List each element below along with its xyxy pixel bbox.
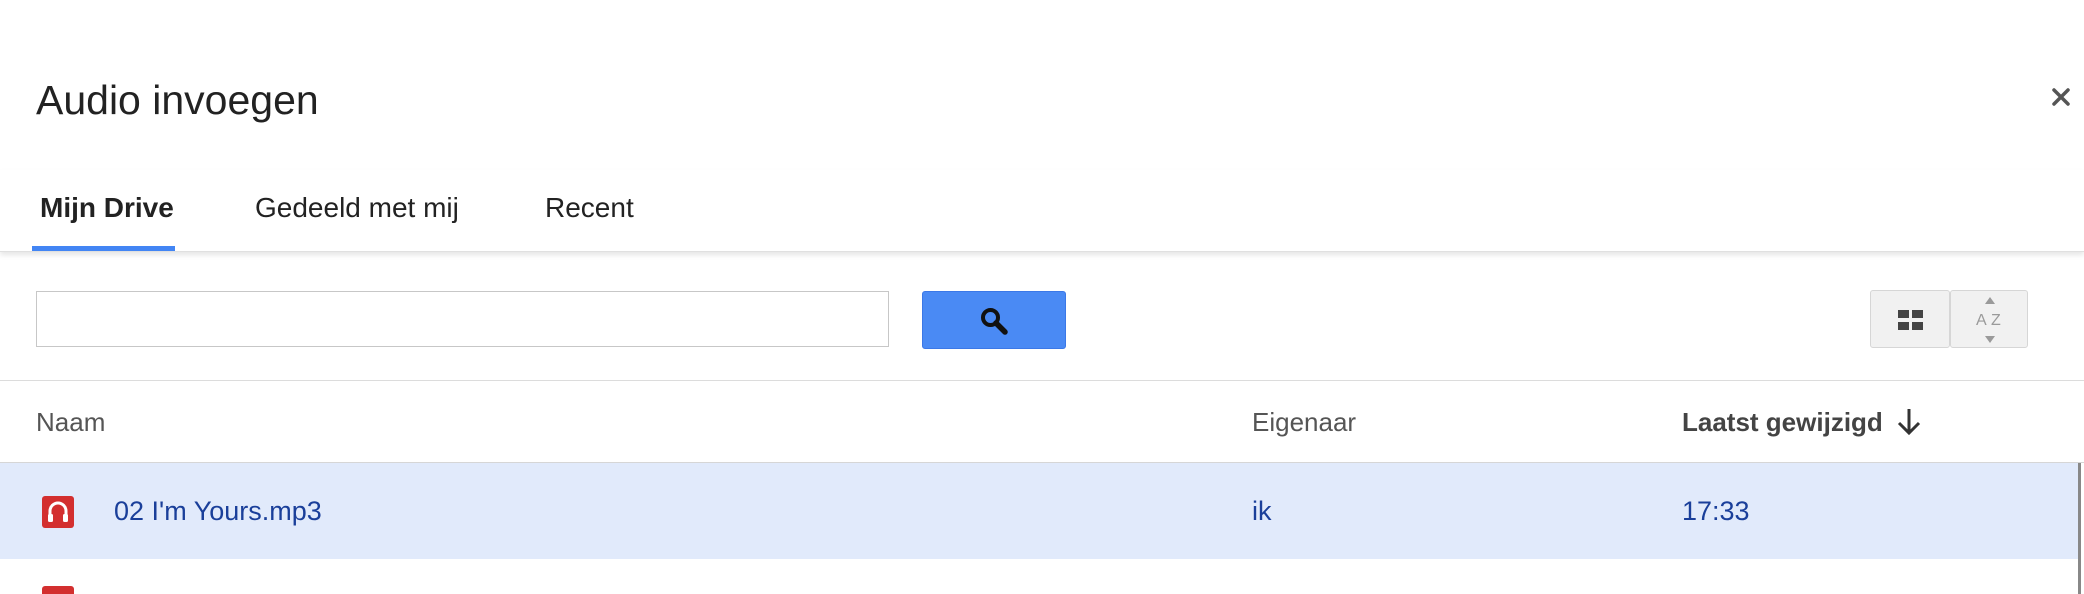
file-modified: 17:33 — [1682, 496, 1750, 526]
search-button[interactable] — [922, 291, 1066, 349]
sort-az-icon: A Z — [1976, 297, 2001, 343]
column-header-last-modified[interactable]: Laatst gewijzigd — [1682, 402, 1883, 442]
grid-view-icon — [1898, 310, 1923, 330]
sort-descending-icon[interactable] — [1895, 406, 1923, 443]
tab-recent[interactable]: Recent — [545, 180, 634, 236]
tab-mijn-drive[interactable]: Mijn Drive — [40, 180, 174, 236]
sort-options-button[interactable]: A Z — [1950, 290, 2028, 348]
svg-text:Z: Z — [1991, 312, 2001, 329]
tab-gedeeld-met-mij[interactable]: Gedeeld met mij — [255, 180, 459, 236]
search-input[interactable] — [36, 291, 889, 347]
audio-file-icon-partial — [42, 586, 74, 594]
grid-view-button[interactable] — [1870, 290, 1950, 348]
svg-text:A: A — [1976, 312, 1987, 329]
toolbar-divider — [0, 380, 2084, 381]
scrollbar[interactable] — [2078, 463, 2081, 594]
tab-bar: Mijn Drive Gedeeld met mij Recent — [0, 170, 2084, 252]
column-header-name[interactable]: Naam — [36, 402, 105, 442]
search-icon — [981, 308, 1008, 335]
dialog-title: Audio invoegen — [36, 77, 319, 123]
active-tab-indicator — [32, 246, 175, 251]
file-name[interactable]: 02 I'm Yours.mp3 — [114, 493, 322, 529]
file-row[interactable]: 02 I'm Yours.mp3 ik 17:33 — [0, 463, 2078, 559]
column-header-owner[interactable]: Eigenaar — [1252, 402, 1356, 442]
file-owner: ik — [1252, 496, 1272, 526]
audio-file-icon — [42, 496, 74, 533]
insert-audio-dialog: Audio invoegen Mijn Drive Gedeeld met mi… — [0, 0, 2084, 594]
close-icon[interactable] — [2046, 82, 2076, 112]
